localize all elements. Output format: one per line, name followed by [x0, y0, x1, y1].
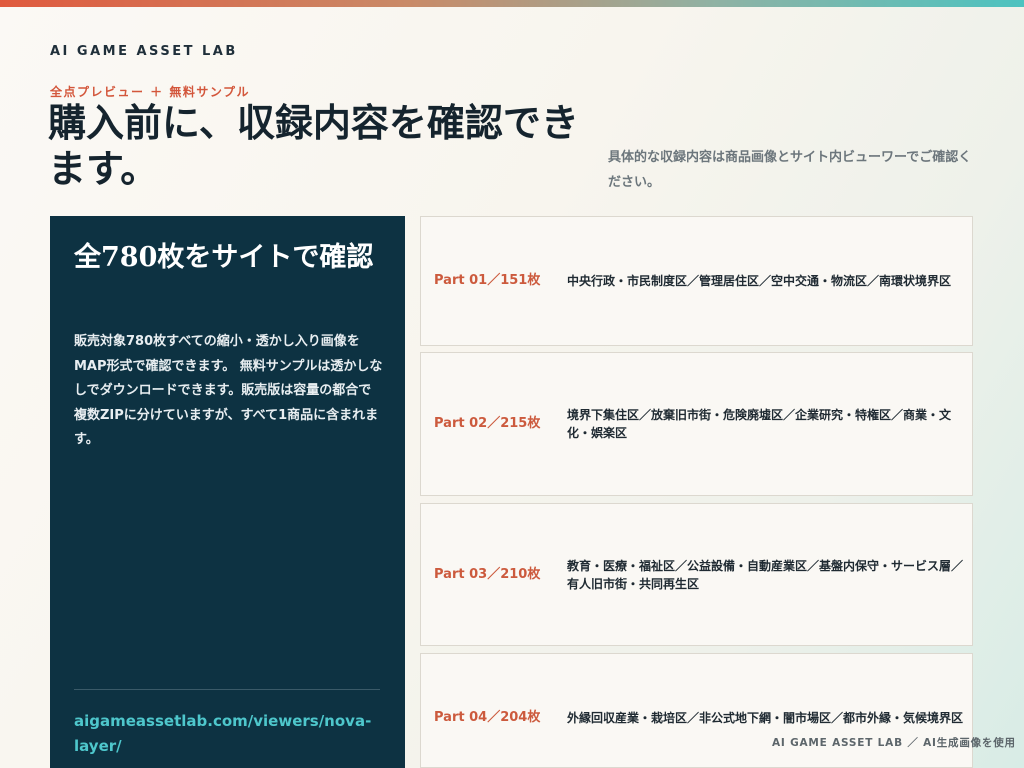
- part-card-01: Part 01／151枚 中央行政・市民制度区／管理居住区／空中交通・物流区／南…: [420, 216, 973, 346]
- part-label: Part 04／204枚: [434, 710, 541, 725]
- part-card-02: Part 02／215枚 境界下集住区／放棄旧市街・危険廃墟区／企業研究・特権区…: [420, 352, 973, 496]
- part-label: Part 02／215枚: [434, 416, 541, 431]
- part-label: Part 03／210枚: [434, 567, 541, 582]
- viewer-link[interactable]: aigameassetlab.com/viewers/nova-layer/: [74, 709, 374, 759]
- part-description: 中央行政・市民制度区／管理居住区／空中交通・物流区／南環状境界区: [567, 274, 952, 288]
- page-headline: 購入前に、収録内容を確認できます。: [48, 100, 579, 191]
- part-description: 教育・医療・福祉区／公益設備・自動産業区／基盤内保守・サービス層／有人旧市街・共…: [567, 559, 964, 591]
- part-description: 境界下集住区／放棄旧市街・危険廃墟区／企業研究・特権区／商業・文化・娯楽区: [567, 408, 952, 440]
- panel-divider: [74, 689, 380, 690]
- preview-info-panel: 全780枚をサイトで確認 販売対象780枚すべての縮小・透かし入り画像をMAP形…: [50, 216, 405, 768]
- brand-name: AI GAME ASSET LAB: [50, 44, 238, 59]
- part-card-03: Part 03／210枚 教育・医療・福祉区／公益設備・自動産業区／基盤内保守・…: [420, 503, 973, 646]
- part-card-04: Part 04／204枚 外縁回収産業・栽培区／非公式地下網・闇市場区／都市外縁…: [420, 653, 973, 768]
- footer-credit: AI GAME ASSET LAB ／ AI生成画像を使用: [772, 737, 1016, 749]
- panel-title: 全780枚をサイトで確認: [74, 242, 374, 273]
- part-label: Part 01／151枚: [434, 273, 541, 288]
- eyebrow-label: 全点プレビュー ＋ 無料サンプル: [50, 85, 250, 99]
- top-gradient-bar: [0, 0, 1024, 7]
- panel-description: 販売対象780枚すべての縮小・透かし入り画像をMAP形式で確認できます。 無料サ…: [74, 334, 383, 447]
- part-description: 外縁回収産業・栽培区／非公式地下網・闇市場区／都市外縁・気候境界区: [567, 711, 964, 725]
- lead-text: 具体的な収録内容は商品画像とサイト内ビューワーでご確認ください。: [608, 150, 972, 190]
